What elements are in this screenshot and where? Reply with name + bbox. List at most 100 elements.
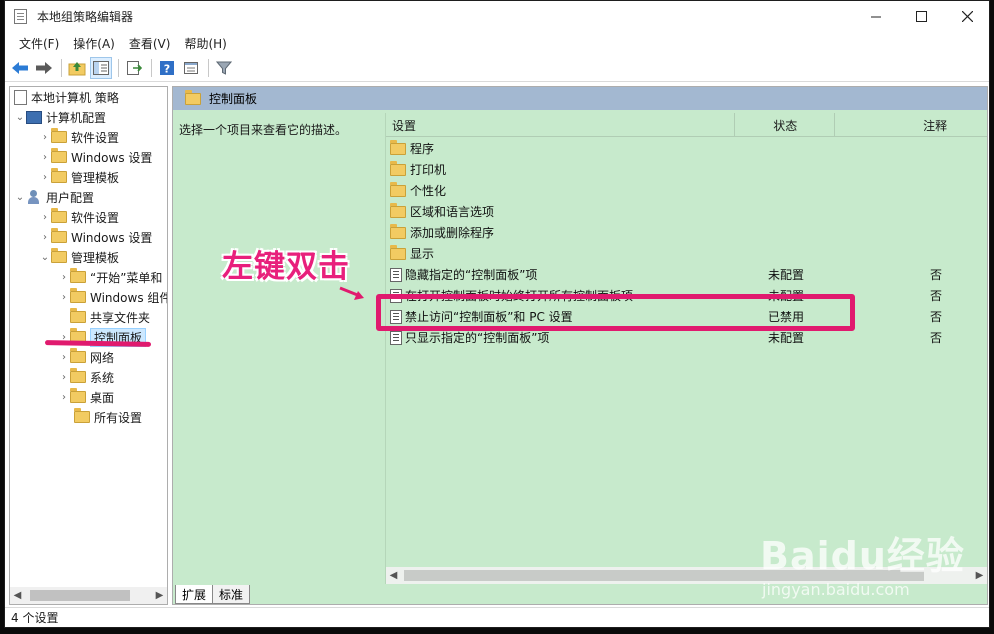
tree-node-root[interactable]: 本地计算机 策略 — [14, 87, 119, 107]
chevron-right-icon[interactable]: › — [58, 287, 70, 307]
tree-node-label: Windows 设置 — [71, 230, 153, 245]
list-item-folder[interactable]: 显示 — [390, 243, 986, 264]
export-list-icon — [127, 61, 142, 75]
svg-text:?: ? — [164, 63, 170, 76]
tree-node-windows-settings[interactable]: › Windows 设置 — [39, 227, 152, 247]
minimize-button[interactable] — [853, 1, 899, 32]
view-tabs: 扩展 标准 — [175, 585, 251, 605]
chevron-right-icon[interactable]: › — [58, 347, 70, 367]
scroll-right-icon[interactable]: ▶ — [152, 587, 167, 604]
toolbar-separator — [118, 59, 119, 77]
chevron-right-icon[interactable]: › — [58, 387, 70, 407]
annotation-arrow-icon — [339, 286, 364, 300]
folder-icon — [390, 244, 406, 260]
toolbar: ? — [5, 55, 989, 82]
tree-node-all-settings[interactable]: 所有设置 — [74, 407, 142, 427]
show-hide-tree-button[interactable] — [90, 57, 112, 79]
scroll-left-icon[interactable]: ◀ — [386, 567, 401, 584]
maximize-icon — [915, 11, 927, 22]
chevron-down-icon[interactable]: ⌄ — [14, 187, 26, 207]
list-item-folder[interactable]: 添加或删除程序 — [390, 222, 986, 243]
tab-standard[interactable]: 标准 — [212, 585, 251, 604]
menu-action[interactable]: 操作(A) — [66, 32, 122, 54]
settings-list[interactable]: 设置 状态 注释 程序 打印机 个性化 区域和语言选项 添加或删除程序 显示 隐… — [385, 113, 987, 584]
close-button[interactable] — [944, 1, 990, 32]
menu-file[interactable]: 文件(F) — [12, 32, 66, 54]
folder-icon — [390, 139, 406, 155]
chevron-right-icon[interactable]: › — [39, 207, 51, 227]
up-folder-icon — [68, 62, 86, 76]
tree-node-admin-templates[interactable]: › 管理模板 — [39, 167, 119, 187]
tree-node-system[interactable]: › 系统 — [58, 367, 114, 387]
tree-node-software-settings[interactable]: › 软件设置 — [39, 127, 119, 147]
chevron-right-icon[interactable]: › — [39, 127, 51, 147]
tree-node-user-config[interactable]: ⌄ 用户配置 — [14, 187, 94, 207]
forward-button[interactable] — [33, 57, 55, 79]
chevron-right-icon[interactable]: › — [39, 147, 51, 167]
list-item-folder[interactable]: 打印机 — [390, 159, 986, 180]
folder-icon — [185, 89, 201, 105]
list-item-folder[interactable]: 个性化 — [390, 180, 986, 201]
minimize-icon — [871, 16, 881, 17]
column-note[interactable]: 注释 — [835, 113, 987, 137]
tree-node-label: 本地计算机 策略 — [31, 90, 119, 105]
folder-icon — [70, 268, 86, 283]
back-arrow-icon — [12, 62, 28, 74]
folder-icon — [390, 202, 406, 218]
tree-node-desktop[interactable]: › 桌面 — [58, 387, 114, 407]
help-button[interactable]: ? — [156, 57, 178, 79]
chevron-right-icon[interactable]: › — [39, 227, 51, 247]
tree-node-label: Windows 组件 — [90, 290, 168, 305]
tree-node-start-menu[interactable]: › “开始”菜单和 — [58, 267, 162, 287]
gpedit-app-icon — [14, 9, 27, 24]
menu-help[interactable]: 帮助(H) — [177, 32, 233, 54]
tree-node-windows-settings[interactable]: › Windows 设置 — [39, 147, 152, 167]
maximize-button[interactable] — [898, 1, 944, 32]
scrollbar-thumb[interactable] — [30, 590, 130, 601]
watermark-logo-text: Baidu经验 — [760, 534, 965, 578]
folder-icon — [390, 223, 406, 239]
chevron-right-icon[interactable]: › — [58, 367, 70, 387]
tree-node-admin-templates[interactable]: ⌄ 管理模板 — [39, 247, 119, 267]
tree-node-label: 软件设置 — [71, 130, 120, 145]
chevron-right-icon[interactable]: › — [58, 267, 70, 287]
tree-node-computer-config[interactable]: ⌄ 计算机配置 — [14, 107, 106, 127]
item-label: 个性化 — [410, 184, 447, 198]
tree-node-software-settings[interactable]: › 软件设置 — [39, 207, 119, 227]
setting-state: 未配置 — [768, 331, 805, 345]
list-item-folder[interactable]: 程序 — [390, 138, 986, 159]
column-state[interactable]: 状态 — [735, 113, 836, 137]
setting-name: 只显示指定的“控制面板”项 — [405, 331, 550, 345]
tree-horizontal-scrollbar[interactable]: ◀ ▶ — [10, 587, 167, 604]
list-item-folder[interactable]: 区域和语言选项 — [390, 201, 986, 222]
list-column-header: 设置 状态 注释 — [386, 113, 987, 137]
export-list-button[interactable] — [123, 57, 145, 79]
up-folder-button[interactable] — [66, 57, 88, 79]
description-text: 选择一个项目来查看它的描述。 — [179, 123, 348, 137]
list-item-setting[interactable]: 隐藏指定的“控制面板”项 未配置 否 — [390, 264, 986, 285]
chevron-down-icon[interactable]: ⌄ — [39, 247, 51, 267]
tree-node-windows-components[interactable]: › Windows 组件 — [58, 287, 168, 307]
column-setting[interactable]: 设置 — [386, 113, 736, 137]
tree-node-label: 共享文件夹 — [90, 310, 151, 325]
folder-icon — [70, 348, 86, 363]
properties-button[interactable] — [180, 57, 202, 79]
settings-folder-icon — [74, 408, 90, 423]
back-button[interactable] — [9, 57, 31, 79]
item-label: 显示 — [410, 247, 435, 261]
chevron-down-icon[interactable]: ⌄ — [14, 107, 26, 127]
chevron-right-icon[interactable]: › — [39, 167, 51, 187]
tab-extended[interactable]: 扩展 — [175, 585, 214, 604]
item-label: 打印机 — [410, 163, 447, 177]
scroll-right-icon[interactable]: ▶ — [972, 567, 987, 584]
menu-view[interactable]: 查看(V) — [122, 32, 178, 54]
details-header: 控制面板 — [173, 87, 987, 110]
tree-node-label: 所有设置 — [94, 410, 143, 425]
tree-node-label: Windows 设置 — [71, 150, 153, 165]
tree-node-network[interactable]: › 网络 — [58, 347, 114, 367]
tree-node-shared-folders[interactable]: 共享文件夹 — [70, 307, 150, 327]
tree-node-label: 软件设置 — [71, 210, 120, 225]
folder-icon — [51, 208, 67, 223]
scroll-left-icon[interactable]: ◀ — [10, 587, 25, 604]
filter-button[interactable] — [213, 57, 235, 79]
